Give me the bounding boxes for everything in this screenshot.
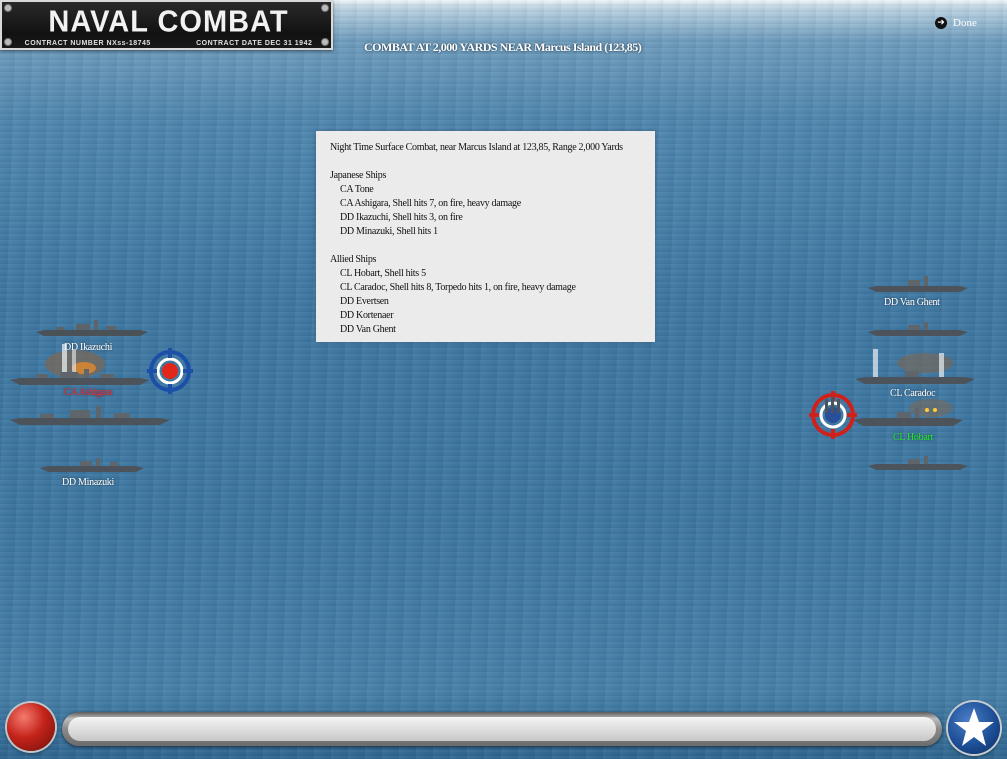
- report-headline: Night Time Surface Combat, near Marcus I…: [330, 142, 623, 153]
- ship-caradoc-sprite[interactable]: [855, 345, 975, 387]
- ship-label-ashigara: CA Ashigara: [64, 387, 113, 398]
- done-button[interactable]: ➜ Done: [935, 17, 977, 29]
- red-action-button[interactable]: [7, 703, 55, 751]
- japanese-ships-heading: Japanese Ships: [330, 170, 387, 181]
- combat-report-panel: Night Time Surface Combat, near Marcus I…: [316, 131, 655, 342]
- ship-hobart-sprite[interactable]: [853, 392, 963, 430]
- ship-van-ghent-sprite[interactable]: [868, 276, 968, 294]
- report-line: CL Caradoc, Shell hits 8, Torpedo hits 1…: [340, 282, 576, 293]
- contract-number: CONTRACT NUMBER NXss-18745: [24, 40, 151, 47]
- report-line: DD Minazuki, Shell hits 1: [340, 226, 438, 237]
- report-line: CA Tone: [340, 184, 374, 195]
- ship-ikazuchi-sprite[interactable]: [36, 318, 148, 338]
- star-button[interactable]: [948, 702, 1000, 754]
- arrow-right-circle-icon: ➜: [935, 17, 947, 29]
- report-line: CA Ashigara, Shell hits 7, on fire, heav…: [340, 198, 521, 209]
- ship-minazuki-sprite[interactable]: [40, 458, 144, 474]
- contract-date: CONTRACT DATE DEC 31 1942: [196, 40, 313, 47]
- ship-label-minazuki: DD Minazuki: [62, 477, 114, 488]
- star-icon: [954, 708, 994, 746]
- ship-label-hobart: CL Hobart: [893, 432, 933, 443]
- report-line: CL Hobart, Shell hits 5: [340, 268, 426, 279]
- ship-label-van-ghent: DD Van Ghent: [884, 297, 940, 308]
- target-reticle-icon[interactable]: [809, 391, 857, 439]
- allied-ships-heading: Allied Ships: [330, 254, 377, 265]
- ship-evertsen-sprite[interactable]: [868, 456, 968, 472]
- ship-ashigara-sprite[interactable]: [10, 368, 150, 388]
- ship-kortenaer-sprite[interactable]: [868, 322, 968, 338]
- report-line: DD Ikazuchi, Shell hits 3, on fire: [340, 212, 463, 223]
- combat-progress-bar: [62, 712, 942, 746]
- ship-tone-sprite[interactable]: [10, 404, 170, 428]
- report-line: DD Evertsen: [340, 296, 389, 307]
- done-label: Done: [953, 17, 977, 29]
- target-reticle-icon[interactable]: [147, 348, 193, 394]
- naval-combat-plaque: NAVAL COMBAT CONTRACT NUMBER NXss-18745 …: [0, 0, 333, 50]
- plaque-subtitle: CONTRACT NUMBER NXss-18745 CONTRACT DATE…: [2, 40, 335, 47]
- progress-track: [68, 717, 936, 741]
- report-line: DD Kortenaer: [340, 310, 394, 321]
- plaque-title: NAVAL COMBAT: [48, 5, 289, 39]
- combat-header: COMBAT AT 2,000 YARDS NEAR Marcus Island…: [364, 40, 642, 54]
- report-line: DD Van Ghent: [340, 324, 396, 335]
